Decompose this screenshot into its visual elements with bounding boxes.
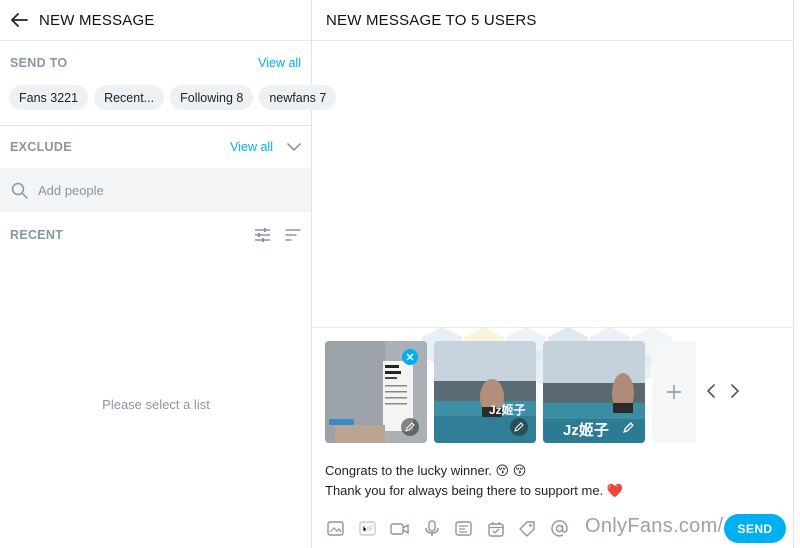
recent-label: RECENT [10, 228, 64, 242]
send-to-section: SEND TO View all [0, 56, 311, 70]
gif-icon[interactable] [357, 518, 378, 539]
recipient-panel: NEW MESSAGE SEND TO View all Fans 3221 R… [0, 0, 337, 548]
quiz-icon[interactable] [453, 518, 474, 539]
send-to-label: SEND TO [10, 56, 68, 70]
exclude-label: EXCLUDE [10, 140, 72, 154]
chip-following[interactable]: Following 8 [170, 85, 254, 110]
send-button[interactable]: SEND [724, 514, 786, 543]
right-header: NEW MESSAGE TO 5 USERS [312, 0, 793, 41]
chip-recent[interactable]: Recent... [94, 85, 165, 110]
onlyfans-watermark: OnlyFans.com/ 2 [585, 515, 741, 537]
add-people-search[interactable]: Add people [0, 168, 311, 212]
message-textarea[interactable]: Congrats to the lucky winner. 😚 😚 Thank … [325, 461, 623, 501]
chevron-down-icon[interactable] [287, 142, 301, 152]
exclude-section: EXCLUDE View all [0, 126, 311, 168]
search-input[interactable]: Add people [38, 183, 104, 198]
image-icon[interactable] [325, 518, 346, 539]
video-icon[interactable] [389, 518, 410, 539]
chevron-left-icon[interactable] [706, 384, 716, 398]
edit-media-icon[interactable] [619, 418, 637, 436]
add-media-button[interactable] [652, 341, 696, 443]
watermark-text: Jz姬子 [489, 403, 526, 417]
empty-state-text: Please select a list [102, 397, 210, 412]
media-thumbnail[interactable] [325, 341, 427, 443]
back-arrow-icon[interactable] [9, 10, 29, 30]
carousel-nav [706, 384, 740, 398]
page-edge [794, 0, 800, 548]
list-chips: Fans 3221 Recent... Following 8 newfans … [0, 85, 337, 110]
chip-fans[interactable]: Fans 3221 [9, 85, 89, 110]
sort-icon[interactable] [285, 229, 301, 241]
calendar-icon[interactable] [485, 518, 506, 539]
edit-media-icon[interactable] [401, 418, 419, 436]
search-icon [11, 182, 28, 199]
compose-panel: NEW MESSAGE TO 5 USERS Jz姬子 Jz姬子 Congrat… [312, 0, 794, 548]
left-header: NEW MESSAGE [0, 0, 311, 41]
plus-icon [666, 384, 682, 400]
message-line: Thank you for always being there to supp… [325, 483, 624, 498]
filter-sliders-icon[interactable] [254, 227, 271, 243]
compose-toolbar [325, 518, 570, 539]
send-to-view-all-link[interactable]: View all [258, 56, 301, 70]
mention-icon[interactable] [549, 518, 570, 539]
watermark-text: Jz姬子 [563, 422, 609, 439]
remove-media-icon[interactable] [402, 349, 418, 365]
media-thumbnail[interactable]: Jz姬子 [543, 341, 645, 443]
edit-media-icon[interactable] [510, 418, 528, 436]
chevron-right-icon[interactable] [730, 384, 740, 398]
media-thumbnail[interactable]: Jz姬子 [434, 341, 536, 443]
microphone-icon[interactable] [421, 518, 442, 539]
recent-section: RECENT [0, 212, 311, 258]
exclude-view-all-link[interactable]: View all [230, 140, 273, 154]
page-title: NEW MESSAGE [39, 11, 155, 29]
compose-title: NEW MESSAGE TO 5 USERS [326, 11, 537, 29]
price-tag-icon[interactable] [517, 518, 538, 539]
media-attachments: Jz姬子 Jz姬子 [325, 341, 696, 443]
message-line: Congrats to the lucky winner. 😚 😚 [325, 463, 527, 478]
